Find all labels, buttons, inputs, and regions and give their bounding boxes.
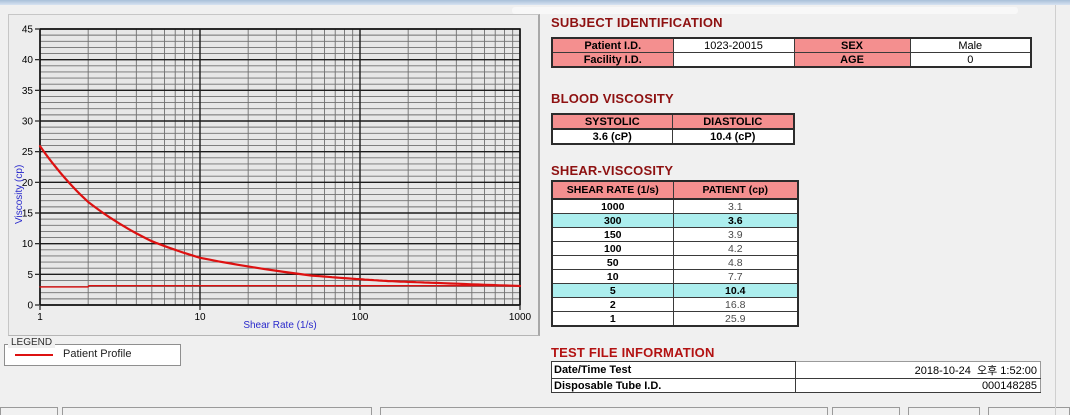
viscosity-chart-panel: 0510152025303540451101001000 Viscosity (…	[8, 14, 540, 336]
table-row: Facility I.D. AGE 0	[552, 53, 1031, 68]
disposable-tube-id-value: 000148285	[796, 379, 1041, 393]
patient-value-cell: 16.8	[673, 298, 798, 312]
table-row: 107.7	[552, 270, 798, 284]
window-edge-divider	[1055, 5, 1056, 415]
patient-value-cell: 3.1	[673, 199, 798, 214]
table-row: Disposable Tube I.D. 000148285	[552, 379, 1041, 393]
patient-value-cell: 4.8	[673, 256, 798, 270]
status-panel	[908, 407, 980, 415]
patient-value-cell: 3.9	[673, 228, 798, 242]
legend-groupbox: LEGEND Patient Profile	[3, 336, 181, 366]
svg-text:10: 10	[22, 239, 34, 250]
facility-id-value	[673, 53, 794, 68]
svg-text:45: 45	[22, 25, 34, 36]
svg-text:40: 40	[22, 55, 34, 66]
table-header-row: SHEAR RATE (1/s) PATIENT (cp)	[552, 181, 798, 199]
patient-value-cell: 4.2	[673, 242, 798, 256]
blood-viscosity-table: SYSTOLIC DIASTOLIC 3.6 (cP) 10.4 (cP)	[551, 113, 795, 145]
subject-identification-table: Patient I.D. 1023-20015 SEX Male Facilit…	[551, 37, 1032, 68]
shear-rate-cell: 10	[552, 270, 673, 284]
status-panel	[0, 407, 58, 415]
test-file-information-title: TEST FILE INFORMATION	[551, 345, 715, 360]
shear-rate-cell: 100	[552, 242, 673, 256]
legend-line-swatch	[15, 354, 53, 356]
table-row: 216.8	[552, 298, 798, 312]
table-row: 125.9	[552, 312, 798, 327]
patient-id-value: 1023-20015	[673, 38, 794, 53]
systolic-header: SYSTOLIC	[552, 114, 672, 129]
shear-rate-cell: 1	[552, 312, 673, 327]
shear-rate-cell: 300	[552, 214, 673, 228]
shear-rate-cell: 2	[552, 298, 673, 312]
shear-viscosity-title: SHEAR-VISCOSITY	[551, 163, 673, 178]
svg-text:30: 30	[22, 117, 34, 128]
window-top-strip	[0, 0, 1070, 5]
table-row: 3003.6	[552, 214, 798, 228]
table-row: 504.8	[552, 256, 798, 270]
blood-viscosity-title: BLOOD VISCOSITY	[551, 91, 674, 106]
x-axis-title: Shear Rate (1/s)	[40, 320, 520, 331]
application-window: 0510152025303540451101001000 Viscosity (…	[0, 0, 1070, 415]
svg-text:5: 5	[27, 270, 33, 281]
status-panel	[832, 407, 900, 415]
shear-viscosity-table: SHEAR RATE (1/s) PATIENT (cp) 10003.1 30…	[551, 180, 799, 327]
svg-text:0: 0	[27, 301, 33, 312]
facility-id-label: Facility I.D.	[552, 53, 673, 68]
status-panel	[380, 407, 828, 415]
table-row: 1004.2	[552, 242, 798, 256]
status-panel	[62, 407, 372, 415]
table-row: SYSTOLIC DIASTOLIC	[552, 114, 794, 129]
age-value: 0	[910, 53, 1031, 68]
patient-value-cell: 25.9	[673, 312, 798, 327]
svg-text:25: 25	[22, 147, 34, 158]
top-highlight-band	[512, 7, 1018, 14]
legend-groupbox-label: LEGEND	[8, 337, 55, 348]
patient-cp-header: PATIENT (cp)	[673, 181, 798, 199]
shear-rate-cell: 1000	[552, 199, 673, 214]
patient-value-cell: 10.4	[673, 284, 798, 298]
table-row: Date/Time Test 2018-10-24 오후 1:52:00	[552, 362, 1041, 379]
systolic-value: 3.6 (cP)	[552, 129, 672, 144]
viscosity-chart: 0510152025303540451101001000	[9, 15, 537, 327]
diastolic-value: 10.4 (cP)	[672, 129, 794, 144]
sex-value: Male	[910, 38, 1031, 53]
status-panel	[988, 407, 1070, 415]
shear-rate-cell: 5	[552, 284, 673, 298]
table-row: 1503.9	[552, 228, 798, 242]
date-time-test-label: Date/Time Test	[552, 362, 796, 379]
subject-identification-title: SUBJECT IDENTIFICATION	[551, 15, 723, 30]
age-label: AGE	[794, 53, 910, 68]
table-row: 3.6 (cP) 10.4 (cP)	[552, 129, 794, 144]
disposable-tube-id-label: Disposable Tube I.D.	[552, 379, 796, 393]
y-axis-title: Viscosity (cp)	[14, 165, 25, 224]
patient-value-cell: 7.7	[673, 270, 798, 284]
legend-entry-label: Patient Profile	[63, 348, 131, 360]
status-bar	[0, 407, 1070, 415]
table-row: 10003.1	[552, 199, 798, 214]
sex-label: SEX	[794, 38, 910, 53]
shear-rate-cell: 150	[552, 228, 673, 242]
svg-text:35: 35	[22, 86, 34, 97]
patient-id-label: Patient I.D.	[552, 38, 673, 53]
shear-rate-cell: 50	[552, 256, 673, 270]
table-row: Patient I.D. 1023-20015 SEX Male	[552, 38, 1031, 53]
diastolic-header: DIASTOLIC	[672, 114, 794, 129]
shear-rate-header: SHEAR RATE (1/s)	[552, 181, 673, 199]
patient-value-cell: 3.6	[673, 214, 798, 228]
test-file-information-table: Date/Time Test 2018-10-24 오후 1:52:00 Dis…	[551, 361, 1041, 393]
table-row: 510.4	[552, 284, 798, 298]
date-time-test-value: 2018-10-24 오후 1:52:00	[796, 362, 1041, 379]
